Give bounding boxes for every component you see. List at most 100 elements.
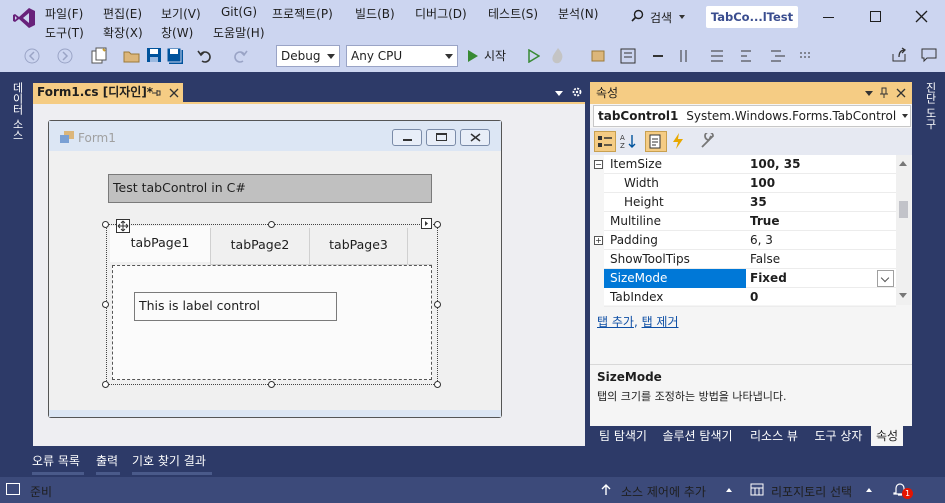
label1[interactable]: Test tabControl in C# — [108, 174, 432, 203]
tab-page-2[interactable]: tabPage2 — [210, 228, 310, 264]
property-pages-icon[interactable] — [700, 133, 716, 149]
property-row-sizemode[interactable]: SizeMode Fixed — [590, 269, 896, 288]
scroll-down-icon[interactable] — [899, 293, 907, 298]
smart-tag-icon[interactable] — [421, 218, 432, 229]
save-all-icon[interactable] — [166, 47, 184, 65]
tab-page-3[interactable]: tabPage3 — [310, 228, 408, 264]
pin-icon[interactable] — [151, 88, 161, 98]
toolbar-icon-group[interactable] — [591, 47, 821, 65]
select-repository[interactable]: 리포지토리 선택 — [771, 483, 852, 500]
close-icon[interactable] — [915, 10, 928, 23]
repository-icon[interactable] — [750, 483, 764, 496]
menu-git[interactable]: Git(G) — [221, 5, 257, 19]
open-folder-icon[interactable] — [123, 47, 141, 65]
property-value[interactable]: 0 — [750, 288, 758, 307]
new-project-icon[interactable] — [90, 47, 108, 65]
categorized-icon[interactable] — [594, 131, 616, 152]
share-icon[interactable] — [891, 47, 907, 63]
gear-icon[interactable] — [571, 86, 583, 98]
tab-output[interactable]: 출력 — [96, 452, 118, 469]
tab-properties[interactable]: 속성 — [871, 426, 903, 446]
tab-toolbox[interactable]: 도구 상자 — [808, 426, 869, 446]
alphabetical-icon[interactable]: AZ — [620, 133, 638, 149]
menu-window[interactable]: 창(W) — [161, 24, 193, 41]
arrow-up-icon[interactable] — [600, 483, 612, 496]
label2[interactable]: This is label control — [134, 292, 337, 321]
property-row-itemsize[interactable]: − ItemSize 100, 35 — [590, 155, 896, 174]
menu-build[interactable]: 빌드(B) — [355, 5, 395, 22]
tab-solution-explorer[interactable]: 솔루션 탐색기 — [655, 426, 740, 446]
property-row-showtooltips[interactable]: ShowToolTips False — [590, 250, 896, 269]
menu-file[interactable]: 파일(F) — [45, 5, 83, 22]
property-value[interactable]: 100 — [750, 174, 775, 193]
redo-icon[interactable] — [232, 48, 248, 64]
value-dropdown-button[interactable] — [877, 270, 894, 287]
tab-team-explorer[interactable]: 팀 탐색기 — [592, 426, 654, 446]
property-grid-scrollbar[interactable] — [896, 155, 911, 305]
minimize-icon[interactable] — [823, 17, 834, 18]
remove-tab-link[interactable]: 탭 제거 — [642, 315, 679, 329]
chevron-down-icon[interactable] — [902, 114, 908, 118]
events-icon[interactable] — [672, 133, 684, 149]
property-row-multiline[interactable]: Multiline True — [590, 212, 896, 231]
resize-handle[interactable] — [268, 381, 275, 388]
add-tab-link[interactable]: 탭 추가 — [597, 315, 634, 329]
config-dropdown[interactable]: Debug — [276, 45, 340, 67]
menu-tools[interactable]: 도구(T) — [45, 24, 84, 41]
property-value[interactable]: 6, 3 — [750, 231, 773, 250]
property-row-padding[interactable]: + Padding 6, 3 — [590, 231, 896, 250]
platform-dropdown[interactable]: Any CPU — [346, 45, 458, 67]
resize-handle[interactable] — [102, 381, 109, 388]
property-row-height[interactable]: Height 35 — [590, 193, 896, 212]
pin-icon[interactable] — [879, 87, 889, 99]
search-label[interactable]: 검색 — [650, 9, 672, 26]
move-glyph-icon[interactable] — [116, 219, 130, 233]
resize-handle[interactable] — [434, 221, 441, 228]
menu-edit[interactable]: 편집(E) — [103, 5, 142, 22]
visual-studio-logo-icon[interactable] — [12, 7, 36, 29]
property-value[interactable]: Fixed — [750, 269, 787, 288]
chevron-up-icon[interactable] — [726, 488, 732, 492]
menu-extensions[interactable]: 확장(X) — [103, 24, 143, 41]
property-value[interactable]: 100, 35 — [750, 155, 800, 174]
hot-reload-icon[interactable] — [550, 47, 566, 65]
data-sources-tab[interactable]: 데이터 소스 — [9, 82, 25, 141]
tab-error-list[interactable]: 오류 목록 — [32, 452, 80, 469]
panel-menu-dropdown-icon[interactable] — [865, 91, 873, 96]
property-row-tabindex[interactable]: TabIndex 0 — [590, 288, 896, 307]
tab-list-dropdown-icon[interactable] — [555, 91, 563, 96]
save-icon[interactable] — [146, 47, 162, 63]
menu-view[interactable]: 보기(V) — [161, 5, 201, 22]
tab-find-symbol-results[interactable]: 기호 찾기 결과 — [132, 452, 206, 469]
property-row-width[interactable]: Width 100 — [590, 174, 896, 193]
start-without-debug-icon[interactable] — [528, 49, 540, 63]
maximize-icon[interactable] — [870, 11, 881, 22]
back-icon[interactable] — [24, 48, 40, 64]
chevron-up-icon[interactable] — [866, 488, 872, 492]
scroll-thumb[interactable] — [899, 201, 908, 218]
search-icon[interactable] — [631, 9, 644, 22]
menu-analyze[interactable]: 분석(N) — [558, 5, 598, 22]
collapse-icon[interactable]: − — [594, 160, 603, 169]
tab-resource-view[interactable]: 리소스 뷰 — [742, 426, 806, 446]
close-tab-icon[interactable] — [169, 88, 179, 98]
menu-project[interactable]: 프로젝트(P) — [272, 5, 333, 22]
property-value[interactable]: 35 — [750, 193, 767, 212]
start-icon[interactable] — [467, 49, 479, 63]
add-to-source-control[interactable]: 소스 제어에 추가 — [621, 483, 706, 500]
expand-icon[interactable]: + — [594, 236, 603, 245]
resize-handle[interactable] — [102, 301, 109, 308]
undo-icon[interactable] — [197, 48, 213, 64]
property-value[interactable]: False — [750, 250, 780, 269]
start-button[interactable]: 시작 — [484, 46, 506, 66]
resize-handle[interactable] — [434, 301, 441, 308]
menu-test[interactable]: 테스트(S) — [488, 5, 538, 22]
scroll-up-icon[interactable] — [899, 161, 907, 166]
menu-help[interactable]: 도움말(H) — [213, 24, 265, 41]
feedback-icon[interactable] — [921, 47, 937, 63]
forward-icon[interactable] — [57, 48, 73, 64]
search-dropdown-icon[interactable] — [679, 15, 685, 19]
resize-handle[interactable] — [268, 221, 275, 228]
diagnostic-tools-tab[interactable]: 진단 도구 — [922, 82, 938, 130]
property-value[interactable]: True — [750, 212, 779, 231]
